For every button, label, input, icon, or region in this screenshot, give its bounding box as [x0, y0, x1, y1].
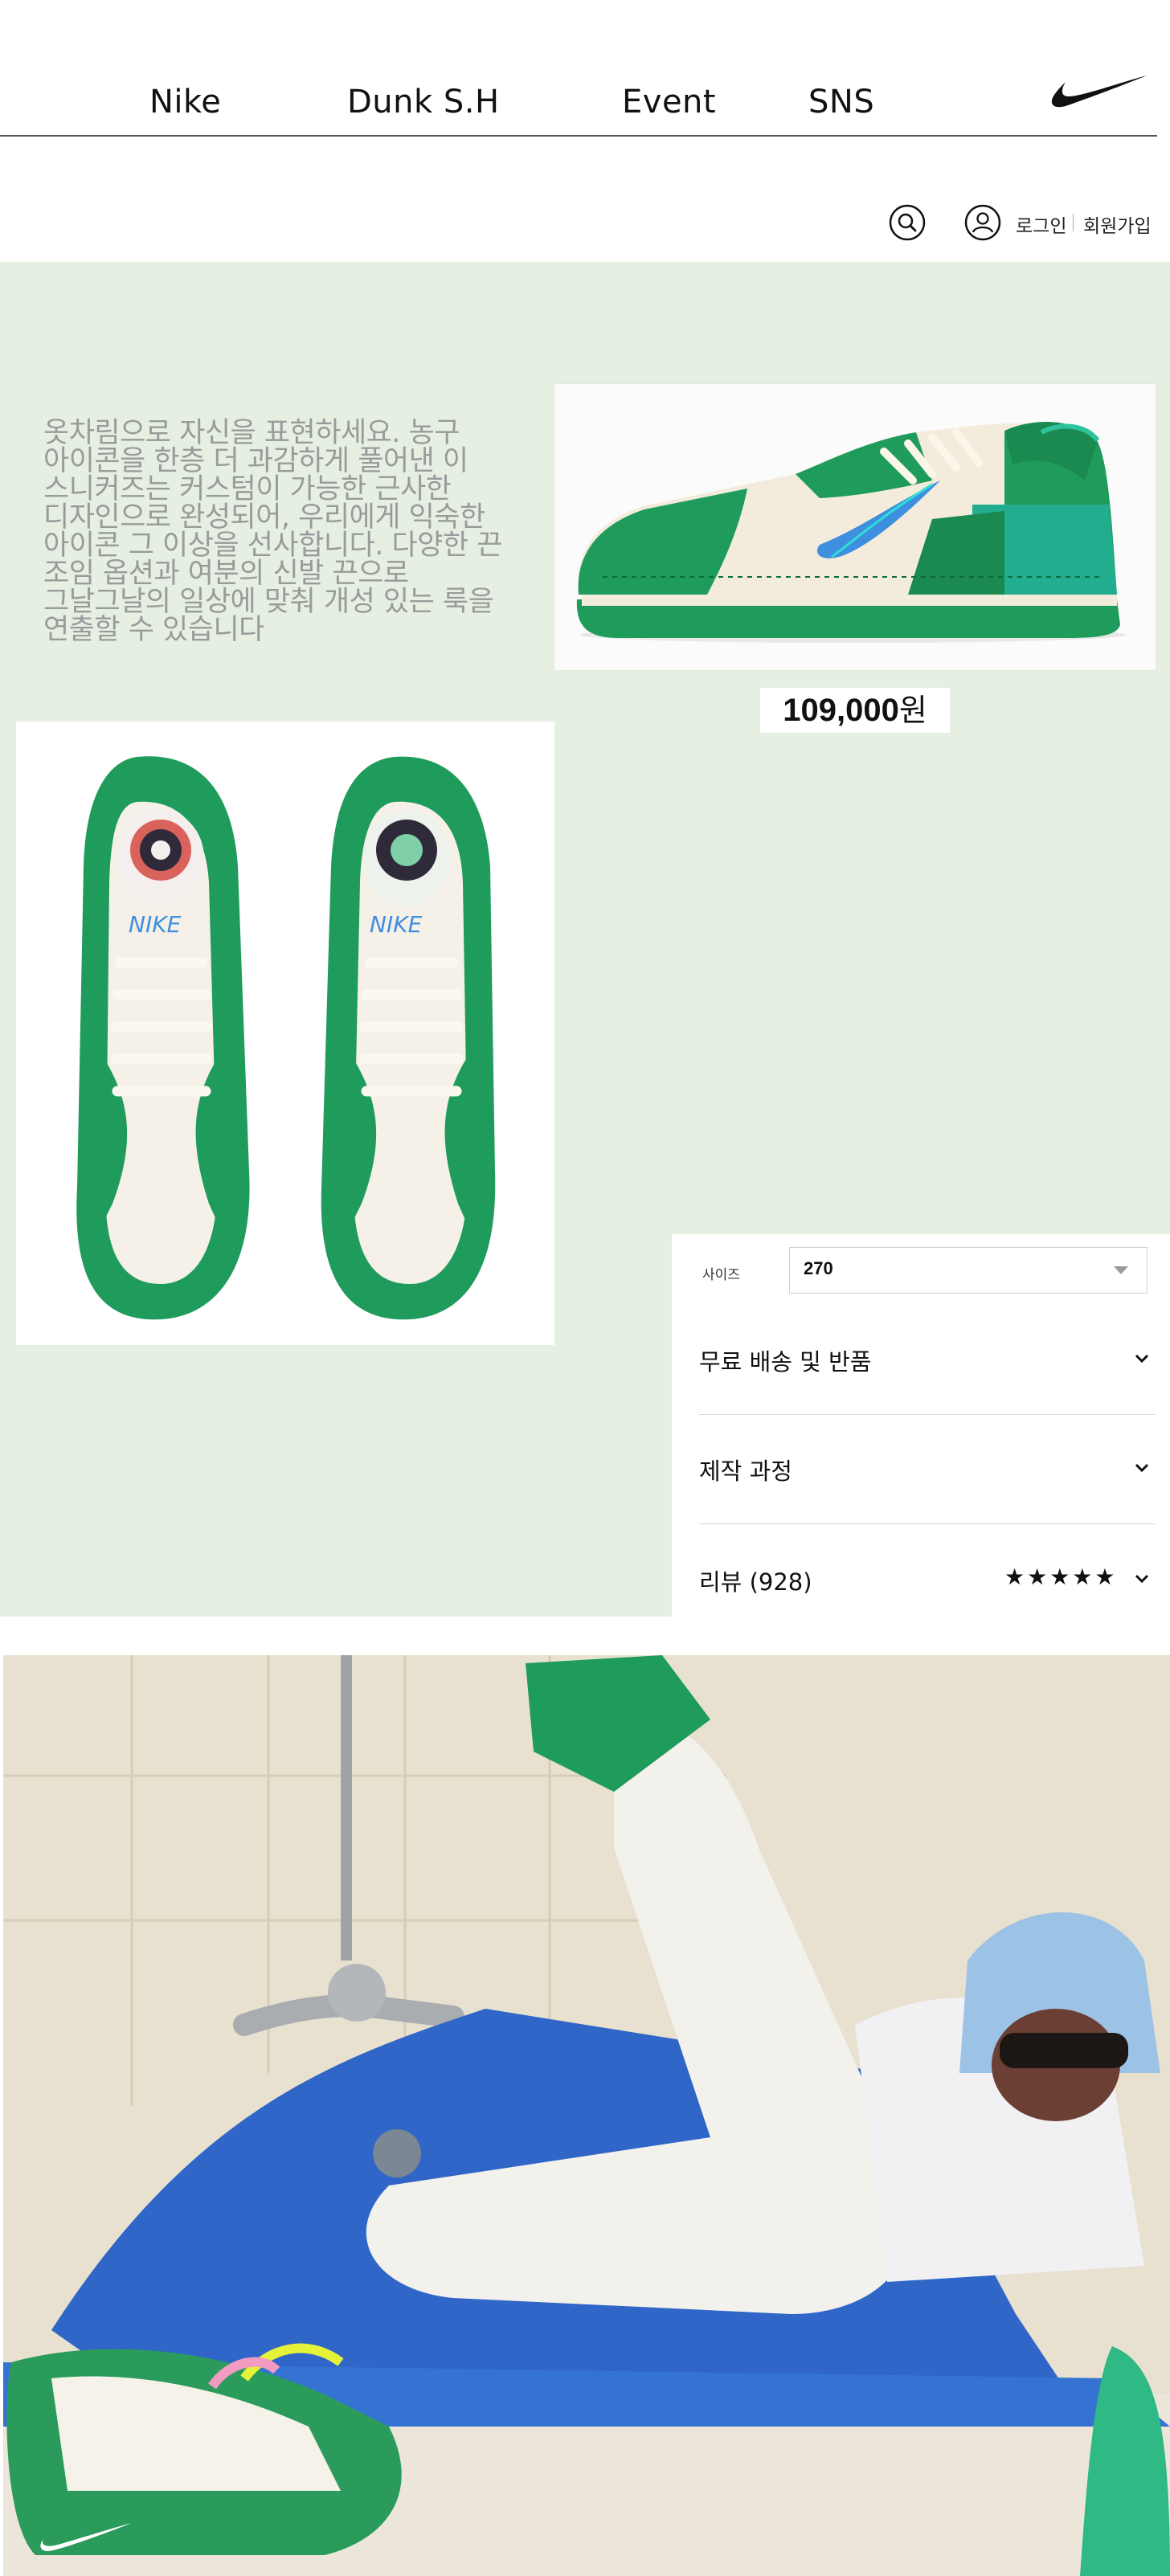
chevron-down-icon: [1135, 1463, 1149, 1473]
price-value: 109,000: [783, 693, 899, 728]
utility-separator: [1073, 214, 1074, 231]
size-selected-value: 270: [804, 1258, 833, 1278]
size-label: 사이즈: [702, 1267, 740, 1283]
sneaker-side-image: [576, 421, 1127, 643]
review-stars: ★★★★★: [1004, 1564, 1118, 1590]
svg-text:NIKE: NIKE: [129, 911, 182, 938]
right-shoe-graphic: NIKE: [321, 756, 496, 1320]
nike-swoosh-icon[interactable]: [1049, 72, 1148, 109]
search-icon[interactable]: [889, 204, 926, 241]
accordion-production[interactable]: 제작 과정: [699, 1424, 1156, 1533]
svg-text:NIKE: NIKE: [370, 911, 423, 938]
nav-divider: [0, 135, 1157, 137]
accordion-reviews[interactable]: 리뷰 (928) ★★★★★: [699, 1533, 1156, 1642]
nav-link-sns[interactable]: SNS: [808, 84, 874, 121]
accordion-divider: [699, 1414, 1156, 1415]
chevron-down-icon: [1135, 1574, 1149, 1584]
price-unit: 원: [898, 694, 927, 728]
accordion-shipping[interactable]: 무료 배송 및 반품: [699, 1315, 1156, 1424]
left-shoe-graphic: NIKE: [76, 756, 250, 1320]
chevron-down-icon: [1135, 1354, 1149, 1364]
nav-link-dunk[interactable]: Dunk S.H: [347, 84, 500, 121]
login-link[interactable]: 로그인: [1016, 211, 1066, 238]
product-image-top[interactable]: NIKE NIKE: [16, 722, 554, 1345]
lifestyle-photo: [3, 1655, 1170, 2576]
user-icon[interactable]: [964, 204, 1001, 241]
chevron-down-icon: [1114, 1266, 1128, 1274]
nav-link-event[interactable]: Event: [622, 84, 716, 121]
product-price: 109,000원: [760, 688, 950, 733]
nav-link-nike[interactable]: Nike: [149, 84, 221, 121]
accordion-production-label: 제작 과정: [699, 1458, 792, 1485]
lifestyle-photo-graphic: [3, 1655, 1170, 2576]
join-link[interactable]: 회원가입: [1083, 211, 1152, 238]
accordion-reviews-label: 리뷰 (928): [699, 1568, 812, 1596]
accordion-shipping-label: 무료 배송 및 반품: [699, 1348, 872, 1376]
size-select[interactable]: [789, 1247, 1148, 1294]
top-navigation: Nike Dunk S.H Event SNS: [0, 0, 1170, 137]
product-image-side[interactable]: [554, 384, 1156, 670]
product-description: 옷차림으로 자신을 표현하세요. 농구 아이콘을 한층 더 과감하게 풀어낸 이…: [43, 417, 502, 646]
sneaker-top-image: NIKE NIKE: [76, 756, 496, 1320]
accordion-divider: [699, 1523, 1156, 1524]
